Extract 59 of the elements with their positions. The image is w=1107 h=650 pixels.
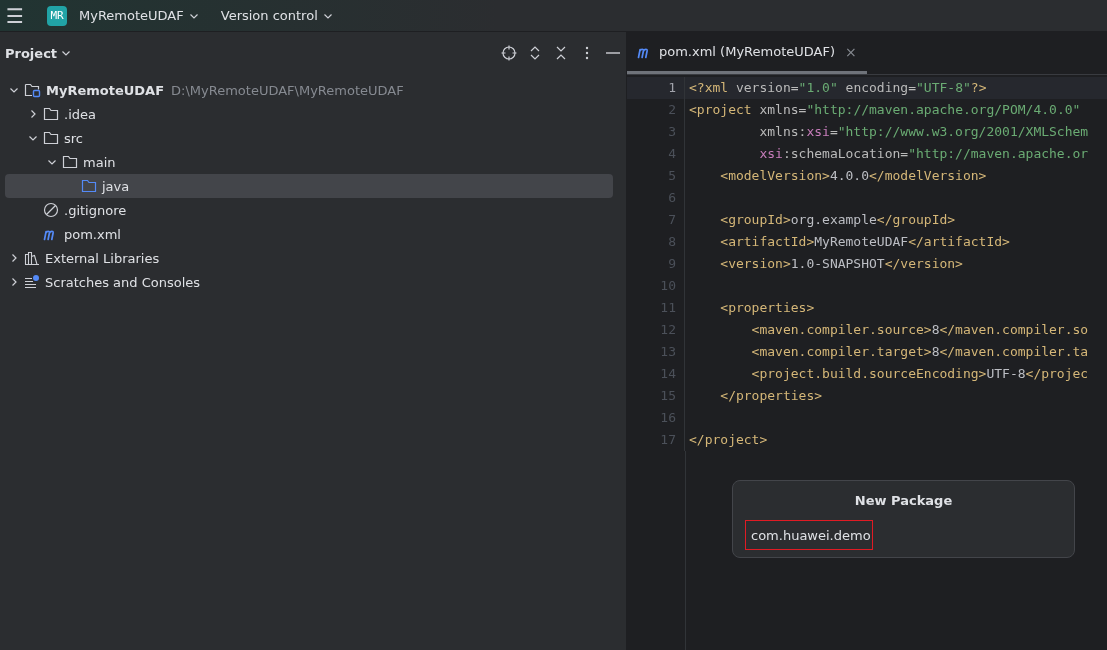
- tree-item-label: .gitignore: [64, 202, 127, 218]
- code-line: xsi:schemaLocation="http://maven.apache.or: [758, 145, 1089, 163]
- chevron-right-icon[interactable]: [9, 277, 19, 287]
- folder-icon: [43, 131, 59, 145]
- dialog-title: New Package: [854, 493, 953, 508]
- tree-item[interactable]: pom.xml: [5, 222, 613, 246]
- tree-item[interactable]: External Libraries: [5, 246, 613, 270]
- scratches-icon: [24, 274, 40, 290]
- code-line: <maven.compiler.target>8</maven.compiler.ta: [750, 343, 1089, 361]
- code-line: <maven.compiler.source>8</maven.compiler.so: [750, 321, 1089, 339]
- code-line: <groupId>org.example</groupId>: [719, 211, 956, 229]
- workspace-dropdown[interactable]: MyRemoteUDAF: [75, 6, 203, 25]
- path-hint: D:\MyRemoteUDAF\MyRemoteUDAF: [171, 82, 404, 98]
- tree-item[interactable]: MyRemoteUDAF D:\MyRemoteUDAF\MyRemoteUDAF: [5, 78, 613, 102]
- line-number: 1: [627, 77, 685, 99]
- tree-item-label: pom.xml: [64, 226, 121, 242]
- module-folder-icon: [24, 82, 41, 98]
- tree-item[interactable]: java: [5, 174, 613, 198]
- tree-item-label: External Libraries: [45, 250, 160, 266]
- chevron-down-icon[interactable]: [28, 133, 38, 143]
- tree-item[interactable]: src: [5, 126, 613, 150]
- menu-icon[interactable]: ☰: [3, 3, 27, 28]
- close-icon[interactable]: ×: [845, 43, 857, 60]
- tree-item-label: java: [102, 178, 130, 194]
- tree-item[interactable]: Scratches and Consoles: [5, 270, 613, 294]
- code-line: <artifactId>MyRemoteUDAF</artifactId>: [719, 233, 1010, 251]
- code-line: <?xml version="1.0" encoding="UTF-8"?>: [689, 79, 987, 97]
- folder-icon: [43, 107, 59, 121]
- code-line: <project xmlns="http://maven.apache.org/POM/4.0.0": [689, 101, 1081, 119]
- code-line: <project.build.sourceEncoding>UTF-8</projec: [750, 365, 1089, 383]
- version-control-menu[interactable]: Version control: [216, 6, 337, 25]
- chevron-down-icon[interactable]: [9, 85, 19, 95]
- tree-item[interactable]: .idea: [5, 102, 613, 126]
- ignore-icon: [43, 202, 59, 218]
- tree-item[interactable]: main: [5, 150, 613, 174]
- chevron-down-icon[interactable]: [61, 48, 72, 58]
- code-line: <modelVersion>4.0.0</modelVersion>: [719, 167, 987, 185]
- project-view-selector[interactable]: Project: [5, 45, 72, 61]
- code-line: </project>: [689, 431, 768, 449]
- code-line: <version>1.0-SNAPSHOT</version>: [719, 255, 963, 273]
- package-name-field[interactable]: com.huawei.demo: [745, 520, 873, 550]
- chevron-right-icon[interactable]: [9, 253, 19, 263]
- code-line: <properties>: [719, 299, 815, 317]
- tree-item-label: MyRemoteUDAF: [46, 82, 165, 98]
- editor-tab[interactable]: pom.xml (MyRemoteUDAF) ×: [627, 32, 867, 74]
- folder-icon: [62, 155, 78, 169]
- project-badge: MR: [47, 5, 67, 26]
- code-line: </properties>: [719, 387, 823, 405]
- tree-item-label: src: [64, 130, 83, 146]
- tree-item-label: main: [83, 154, 116, 170]
- chevron-down-icon[interactable]: [47, 157, 57, 167]
- folder-icon: [81, 179, 97, 193]
- tree-item-label: Scratches and Consoles: [45, 274, 201, 290]
- code-line: xmlns:xsi="http://www.w3.org/2001/XMLSchem: [758, 123, 1089, 141]
- locate-icon[interactable]: [501, 45, 517, 61]
- tree-item-label: .idea: [64, 106, 96, 122]
- chevron-right-icon[interactable]: [28, 109, 38, 119]
- libraries-icon: [24, 250, 40, 266]
- tree-item[interactable]: .gitignore: [5, 198, 613, 222]
